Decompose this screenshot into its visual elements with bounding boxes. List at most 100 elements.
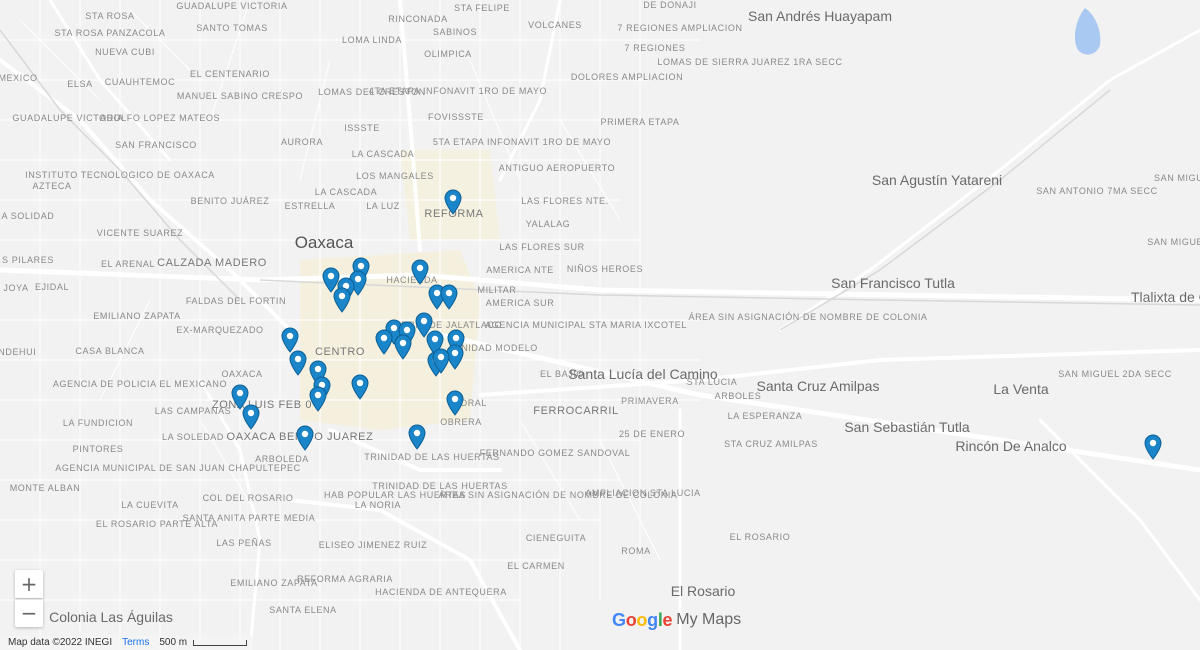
place-label: LA LUZ bbox=[366, 201, 400, 211]
place-label: Rincón De Analco bbox=[955, 438, 1067, 454]
place-label: AGENCIA MUNICIPAL STA MARIA IXCOTEL bbox=[485, 320, 687, 330]
place-label: CIENEGUITA bbox=[525, 533, 587, 543]
place-label: LOS MANGALES bbox=[356, 171, 434, 181]
place-label: GUADALUPE VICTORIA bbox=[176, 1, 288, 11]
terms-link[interactable]: Terms bbox=[122, 636, 149, 650]
place-label: EX-MARQUEZADO bbox=[176, 325, 264, 335]
place-label: Oaxaca bbox=[294, 233, 354, 252]
place-label: PINTORES bbox=[72, 444, 124, 454]
place-label: BENITO JUÁREZ bbox=[190, 196, 270, 206]
pin-marker-icon[interactable] bbox=[394, 334, 412, 360]
pin-marker-icon[interactable] bbox=[408, 424, 426, 450]
pin-marker-icon[interactable] bbox=[289, 350, 307, 376]
place-label: ESTRELLA bbox=[284, 201, 336, 211]
place-label: LA CUEVITA bbox=[121, 500, 179, 510]
place-label: STA FELIPE bbox=[454, 3, 510, 13]
google-wordmark: Google bbox=[612, 609, 673, 630]
scale-label: 500 m bbox=[159, 637, 188, 648]
place-label: PRIMERA ETAPA bbox=[600, 117, 680, 127]
place-label: CUAUHTEMOC bbox=[104, 77, 176, 87]
place-label: La Venta bbox=[993, 381, 1049, 397]
pin-marker-icon[interactable] bbox=[446, 390, 464, 416]
place-label: SAN MIGUE bbox=[1154, 173, 1200, 183]
place-label: AURORA bbox=[280, 137, 324, 147]
place-label: UNIDAD MODELO bbox=[454, 343, 538, 353]
place-label: LA ESPERANZA bbox=[727, 411, 803, 421]
place-label: EMILIANO ZAPATA bbox=[93, 311, 181, 321]
place-label: SANTO TOMAS bbox=[196, 23, 268, 33]
place-label: EL ROSARIO bbox=[729, 532, 791, 542]
place-label: OAXACA bbox=[221, 369, 263, 379]
place-label: San Francisco Tutla bbox=[831, 275, 955, 291]
place-label: AMERICA NTE bbox=[486, 265, 554, 275]
pin-la-venta-marker-icon[interactable] bbox=[1144, 434, 1162, 460]
place-label: LA NORIA bbox=[354, 500, 402, 510]
place-label: MANUEL SABINO CRESPO bbox=[176, 91, 304, 101]
place-label: CENTRO bbox=[314, 346, 366, 358]
place-label: FERNANDO GOMEZ SANDOVAL bbox=[479, 448, 631, 458]
place-label: OLIMPICA bbox=[424, 49, 472, 59]
place-label: San Sebastián Tutla bbox=[844, 419, 970, 435]
pin-marker-icon[interactable] bbox=[411, 259, 429, 285]
place-label: AGENCIA DE POLICIA EL MEXICANO bbox=[52, 379, 228, 389]
place-label: FERROCARRIL bbox=[533, 405, 619, 417]
pin-marker-icon[interactable] bbox=[375, 329, 393, 355]
place-label: Colonia Las Águilas bbox=[49, 609, 173, 625]
place-label: ANTIGUO AEROPUERTO bbox=[498, 163, 616, 173]
place-label: LAS FLORES SUR bbox=[499, 242, 585, 252]
place-label: San Agustín Yatareni bbox=[871, 172, 1003, 188]
zoom-in-button[interactable]: + bbox=[15, 570, 43, 598]
zoom-out-button[interactable]: − bbox=[15, 599, 43, 627]
pin-marker-icon[interactable] bbox=[432, 348, 450, 374]
place-label: 7 REGIONES bbox=[624, 43, 686, 53]
place-label: LAS PEÑAS bbox=[216, 538, 272, 548]
place-label: STA ROSA bbox=[85, 11, 135, 21]
place-label: ISSSTE bbox=[344, 123, 380, 133]
place-label: STA CRUZ AMILPAS bbox=[724, 439, 818, 449]
place-label: EMILIANO ZAPATA bbox=[230, 578, 318, 588]
place-label: ADOLFO LOPEZ MATEOS bbox=[99, 113, 221, 123]
place-label: ELSA bbox=[67, 79, 93, 89]
place-label: SAN MIGUEL bbox=[1147, 237, 1200, 247]
place-label: STA ROSA PANZACOLA bbox=[54, 28, 166, 38]
place-label: ROMA bbox=[621, 546, 651, 556]
place-label: INSTITUTO TECNOLOGICO DE OAXACA bbox=[25, 170, 215, 180]
place-label: ÁREA SIN ASIGNACIÓN DE NOMBRE DE COLONIA bbox=[688, 312, 928, 322]
place-label: SANTA ELENA bbox=[269, 605, 337, 615]
place-label: PRIMAVERA bbox=[621, 396, 679, 406]
place-label: LOMAS DE SIERRA JUAREZ 1RA SECC bbox=[657, 57, 843, 67]
place-label: COL DEL ROSARIO bbox=[202, 493, 294, 503]
place-label: 7 REGIONES AMPLIACION bbox=[617, 23, 743, 33]
place-label: ENCIA SOLIDAD bbox=[0, 211, 55, 221]
place-label: 25 DE ENERO bbox=[618, 429, 686, 439]
place-label: HACIENDA DE ANTEQUERA bbox=[375, 587, 507, 597]
place-label: 4TA ETAPA INFONAVIT 1RO DE MAYO bbox=[368, 86, 548, 96]
place-label: EJIDAL bbox=[34, 282, 70, 292]
place-label: ANDEHUI bbox=[0, 347, 37, 357]
scale-indicator: 500 m bbox=[159, 636, 248, 650]
place-label: VOLCANES bbox=[528, 20, 582, 30]
pin-marker-icon[interactable] bbox=[242, 404, 260, 430]
place-label: EL CARMEN bbox=[507, 561, 565, 571]
pin-marker-icon[interactable] bbox=[351, 374, 369, 400]
place-label: LA CASCADA bbox=[314, 187, 378, 197]
pin-marker-icon[interactable] bbox=[309, 386, 327, 412]
pin-marker-icon[interactable] bbox=[296, 425, 314, 451]
place-label: OBRERA bbox=[440, 417, 482, 427]
place-label: AZTECA bbox=[32, 181, 72, 191]
pin-reforma-marker-icon[interactable] bbox=[444, 189, 462, 215]
pin-marker-icon[interactable] bbox=[440, 284, 458, 310]
place-label: ARBOLES bbox=[714, 391, 762, 401]
place-label: LA SOLEDAD bbox=[161, 432, 225, 442]
place-label: LOMA LINDA bbox=[341, 35, 403, 45]
place-label: EL BAJIO bbox=[540, 369, 584, 379]
place-label: FOVISSSTE bbox=[428, 112, 484, 122]
place-label: ELISEO JIMENEZ RUIZ bbox=[318, 540, 428, 550]
place-label: YALALAG bbox=[525, 219, 571, 229]
place-label: JOYA bbox=[3, 283, 29, 293]
place-label: EL CENTENARIO bbox=[190, 69, 270, 79]
place-label: SAN FRANCISCO bbox=[115, 140, 197, 150]
pin-marker-icon[interactable] bbox=[333, 287, 351, 313]
place-label: DOLORES AMPLIACION bbox=[570, 72, 684, 82]
map-footer: Map data ©2022 INEGI Terms 500 m bbox=[0, 636, 254, 650]
